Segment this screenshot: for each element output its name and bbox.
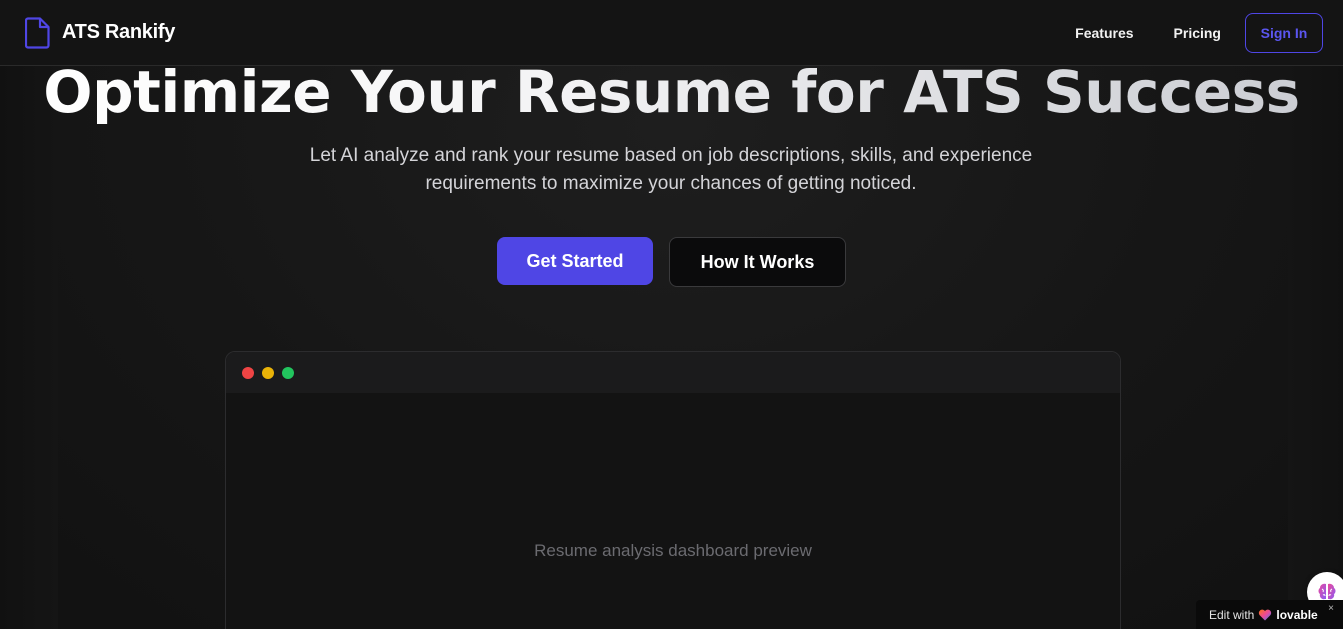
how-it-works-button[interactable]: How It Works: [669, 237, 846, 287]
window-minimize-dot: [262, 366, 274, 379]
nav-links: Features Pricing Sign In: [1075, 12, 1323, 53]
hero-subtitle-line-1: Let AI analyze and rank your resume base…: [309, 145, 1033, 166]
nav-link-pricing[interactable]: Pricing: [1174, 25, 1221, 41]
get-started-button[interactable]: Get Started: [497, 237, 653, 285]
landing-page: ATS Rankify Features Pricing Sign In Opt…: [0, 0, 1343, 629]
dashboard-preview-window: Resume analysis dashboard preview: [225, 351, 1121, 629]
badge-close-icon[interactable]: ×: [1328, 603, 1334, 614]
edit-with-lovable-badge[interactable]: Edit with lovable ×: [1196, 600, 1343, 629]
preview-body: Resume analysis dashboard preview: [226, 393, 1120, 629]
brand-name: ATS Rankify: [62, 21, 176, 43]
nav-link-features[interactable]: Features: [1075, 25, 1133, 41]
cta-row: Get Started How It Works: [0, 237, 1343, 287]
side-shade-left: [0, 66, 58, 629]
window-close-dot: [242, 366, 254, 379]
side-shade-right: [1288, 66, 1343, 629]
heart-icon: [1258, 609, 1272, 621]
preview-title-bar: [226, 352, 1120, 393]
file-icon: [25, 16, 50, 49]
sign-in-button[interactable]: Sign In: [1245, 12, 1323, 53]
badge-prefix: Edit with: [1209, 607, 1255, 622]
preview-placeholder-text: Resume analysis dashboard preview: [534, 541, 812, 560]
badge-brand: lovable: [1276, 607, 1318, 622]
brand-logo[interactable]: ATS Rankify: [25, 16, 176, 49]
hero-title: Optimize Your Resume for ATS Success: [0, 56, 1343, 128]
hero-subtitle-line-2: requirements to maximize your chances of…: [425, 173, 917, 194]
hero-subtitle: Let AI analyze and rank your resume base…: [271, 142, 1071, 198]
window-maximize-dot: [282, 366, 294, 379]
